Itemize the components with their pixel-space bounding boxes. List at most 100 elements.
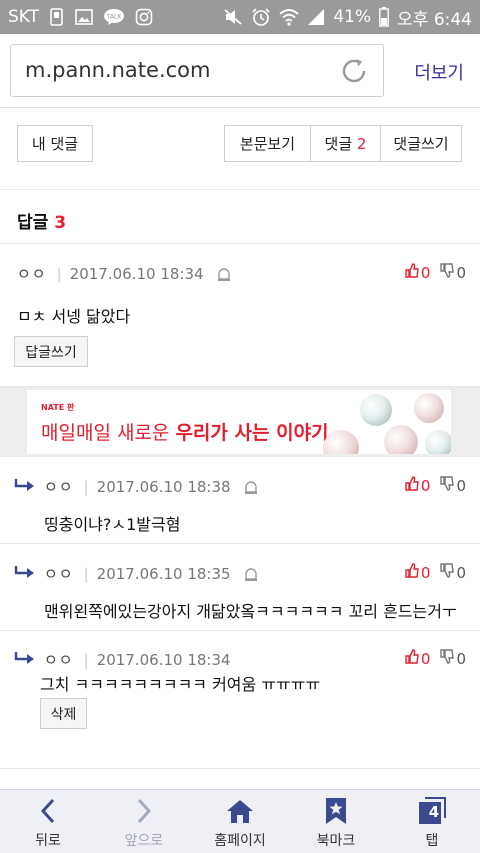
- thumbs-down-icon: [440, 649, 455, 668]
- meta-divider: |: [83, 564, 89, 583]
- sim-icon: [49, 8, 65, 26]
- tab-count: 4: [428, 803, 440, 821]
- like-count: 0: [420, 649, 431, 668]
- replies-label: 답글: [17, 213, 49, 233]
- wifi-icon: [279, 8, 299, 26]
- address-bar: m.pann.nate.com 더보기: [0, 34, 480, 108]
- comments-tab-label: 댓글: [324, 135, 353, 153]
- thumbs-up-icon: [405, 649, 419, 668]
- write-comment-button[interactable]: 댓글쓰기: [381, 126, 461, 161]
- talk-icon: TALK: [103, 8, 125, 26]
- battery-percent: 41%: [333, 7, 372, 27]
- pearls-image: [323, 393, 451, 454]
- vote-group: 0 0: [405, 563, 466, 582]
- comment-meta: ㅇㅇ | 2017.06.10 18:38: [44, 476, 259, 497]
- ad-slogan-bold: 우리가 사는 이야기.: [175, 422, 336, 444]
- like-count: 0: [420, 476, 431, 495]
- home-button[interactable]: 홈페이지: [192, 790, 288, 853]
- signal-icon: [307, 8, 325, 26]
- forward-button[interactable]: 앞으로: [96, 790, 192, 853]
- chevron-left-icon: [38, 796, 58, 826]
- dislike-count: 0: [456, 263, 466, 282]
- bookmark-label: 북마크: [316, 833, 356, 849]
- url-field[interactable]: m.pann.nate.com: [10, 44, 384, 97]
- dislike-count: 0: [456, 476, 466, 495]
- like-count: 0: [420, 563, 431, 582]
- comment-text: ㅁㅊ 서넹 닮았다: [17, 307, 131, 326]
- thumbs-up-icon: [405, 263, 419, 282]
- report-icon[interactable]: [243, 566, 259, 582]
- report-icon[interactable]: [216, 266, 232, 282]
- bookmark-button[interactable]: 북마크: [288, 790, 384, 853]
- status-bar: SKT TALK 41% 오후 6:44: [0, 0, 480, 34]
- vote-group: 0 0: [405, 476, 466, 495]
- thumbs-down-icon: [440, 563, 455, 582]
- thumbs-down-icon: [440, 476, 455, 495]
- clock: 오후 6:44: [397, 9, 472, 30]
- like-button[interactable]: 0: [405, 263, 430, 282]
- comments-tab[interactable]: 댓글 2: [311, 126, 381, 161]
- replies-count: 3: [54, 213, 67, 233]
- ad-brand: NATE 판: [41, 403, 75, 412]
- comment-text: 띵충이냐?ㅅ1발극혐: [44, 515, 181, 534]
- like-button[interactable]: 0: [405, 649, 431, 668]
- bookmark-star-icon: [324, 796, 348, 826]
- comment-timestamp: 2017.06.10 18:38: [96, 477, 231, 496]
- delete-button[interactable]: 삭제: [40, 698, 87, 729]
- thumbs-down-icon: [440, 263, 455, 282]
- dislike-button[interactable]: 0: [440, 263, 466, 282]
- ad-slogan: 매일매일 새로운 우리가 사는 이야기.: [41, 418, 336, 445]
- reply-button[interactable]: 답글쓰기: [14, 336, 88, 367]
- comment-meta: ㅇㅇ | 2017.06.10 18:34: [44, 649, 231, 670]
- ad-slogan-prefix: 매일매일 새로운: [41, 422, 176, 444]
- chevron-right-icon: [134, 796, 154, 826]
- thumbs-up-icon: [405, 563, 419, 582]
- reply-arrow-icon: [14, 565, 36, 585]
- comment-text: 맨위왼쪽에있는강아지 개닮았옼ㅋㅋㅋㅋㅋㅋ 꼬리 흔드는거ㅜ: [44, 602, 457, 621]
- ad-area: NATE 판 매일매일 새로운 우리가 사는 이야기.: [0, 387, 480, 457]
- comment-meta: ㅇㅇ | 2017.06.10 18:35: [44, 563, 259, 584]
- instagram-icon: [135, 8, 153, 26]
- comment-meta: ㅇㅇ | 2017.06.10 18:34: [17, 263, 232, 284]
- comment-author[interactable]: ㅇㅇ: [44, 476, 74, 497]
- dislike-button[interactable]: 0: [440, 649, 466, 668]
- report-icon[interactable]: [243, 479, 259, 495]
- tabs-button[interactable]: 4 탭: [384, 790, 480, 853]
- tabs-icon: 4: [417, 796, 447, 826]
- reload-icon[interactable]: [339, 56, 369, 90]
- vote-group: 0 0: [405, 649, 466, 668]
- battery-icon: [379, 7, 390, 27]
- dislike-button[interactable]: 0: [440, 563, 466, 582]
- meta-divider: |: [83, 477, 89, 496]
- dislike-count: 0: [456, 649, 466, 668]
- vote-group: 0 0: [405, 263, 466, 282]
- my-comments-button[interactable]: 내 댓글: [17, 125, 93, 162]
- home-label: 홈페이지: [214, 833, 266, 849]
- reply-arrow-icon: [14, 651, 36, 671]
- view-segment: 본문보기 댓글 2 댓글쓰기: [224, 125, 462, 162]
- ad-banner[interactable]: NATE 판 매일매일 새로운 우리가 사는 이야기.: [27, 390, 451, 454]
- back-label: 뒤로: [35, 833, 61, 849]
- comments-count: 2: [356, 134, 367, 153]
- more-button[interactable]: 더보기: [414, 59, 464, 85]
- comment-author[interactable]: ㅇㅇ: [44, 649, 74, 670]
- thumbs-up-icon: [405, 476, 419, 495]
- alarm-icon: [251, 7, 271, 27]
- bottom-nav: 뒤로 앞으로 홈페이지 북마크 4 탭: [0, 789, 480, 853]
- meta-divider: |: [56, 264, 62, 283]
- url-text[interactable]: m.pann.nate.com: [25, 58, 210, 82]
- carrier-label: SKT: [8, 7, 40, 27]
- comment-author[interactable]: ㅇㅇ: [44, 563, 74, 584]
- view-post-button[interactable]: 본문보기: [225, 126, 311, 161]
- like-button[interactable]: 0: [405, 563, 431, 582]
- comment-timestamp: 2017.06.10 18:34: [69, 264, 204, 283]
- like-button[interactable]: 0: [405, 476, 431, 495]
- reply-item: ㅇㅇ | 2017.06.10 18:35 0 0 맨위왼쪽에있는강아지 개닮았…: [0, 545, 480, 631]
- dislike-button[interactable]: 0: [440, 476, 466, 495]
- tabs-label: 탭: [425, 833, 439, 849]
- comment-author[interactable]: ㅇㅇ: [17, 263, 47, 284]
- main-comment: ㅇㅇ | 2017.06.10 18:34 0 0 ㅁㅊ 서넹 닮았다 답글쓰기: [0, 245, 480, 387]
- back-button[interactable]: 뒤로: [0, 790, 96, 853]
- reply-item: ㅇㅇ | 2017.06.10 18:34 0 0 그치 ㅋㅋㅋㅋㅋㅋㅋㅋㅋ 커…: [0, 631, 480, 769]
- svg-text:TALK: TALK: [106, 14, 123, 21]
